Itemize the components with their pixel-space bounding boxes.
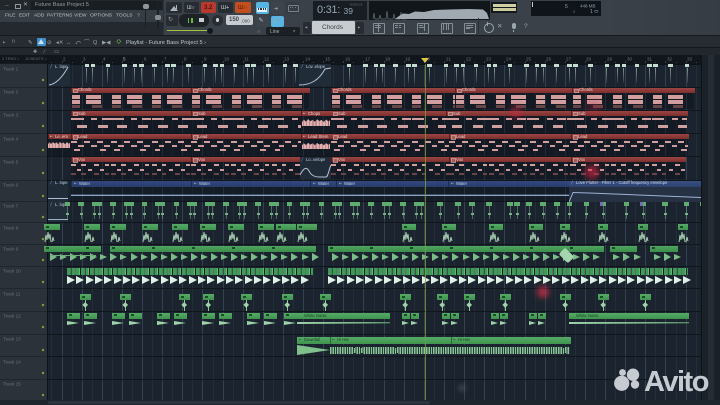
svg-text:Avito: Avito (644, 366, 709, 396)
